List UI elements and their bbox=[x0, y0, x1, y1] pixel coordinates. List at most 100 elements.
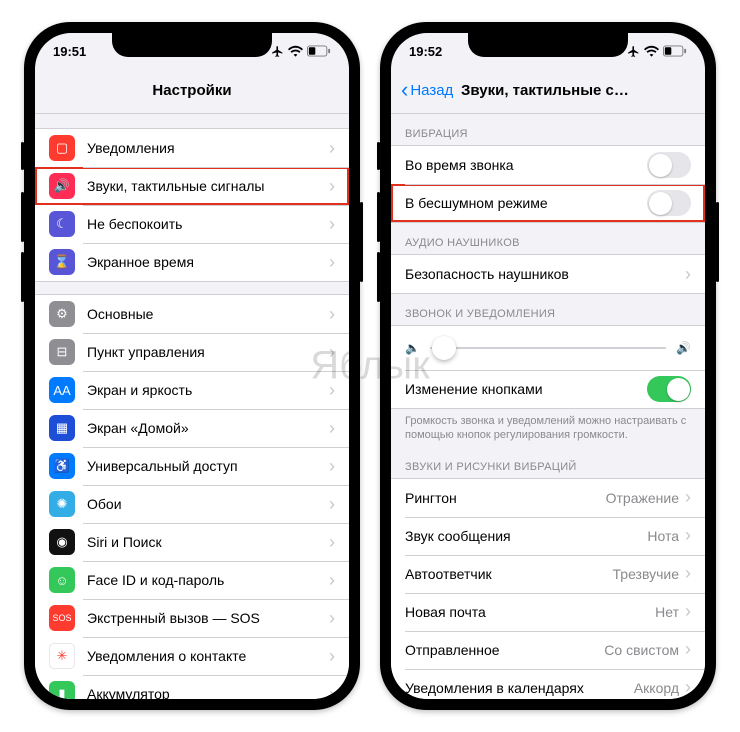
sound-pattern-row[interactable]: Уведомления в календаряхАккорд› bbox=[391, 669, 705, 699]
row-value: Со свистом bbox=[604, 642, 679, 658]
battery-icon bbox=[663, 45, 687, 57]
volume-slider[interactable] bbox=[430, 347, 666, 349]
sounds-icon: 🔊 bbox=[49, 173, 75, 199]
settings-row[interactable]: ◉Siri и Поиск› bbox=[35, 523, 349, 561]
section-header-headphone-audio: АУДИО НАУШНИКОВ bbox=[391, 223, 705, 254]
row-label: Автоответчик bbox=[405, 566, 613, 582]
row-label: Пункт управления bbox=[87, 344, 329, 360]
chevron-right-icon: › bbox=[685, 563, 691, 584]
screentime-icon: ⌛ bbox=[49, 249, 75, 275]
toggle-change-with-buttons[interactable] bbox=[647, 376, 691, 402]
phone-right: 19:52 ‹ Назад Звуки, тактильные сигналы … bbox=[380, 22, 716, 710]
row-label: Siri и Поиск bbox=[87, 534, 329, 550]
back-button[interactable]: ‹ Назад bbox=[401, 79, 453, 101]
row-label: Рингтон bbox=[405, 490, 606, 506]
status-time: 19:52 bbox=[409, 44, 442, 59]
settings-row[interactable]: ⚙Основные› bbox=[35, 295, 349, 333]
wallpaper-icon: ✺ bbox=[49, 491, 75, 517]
page-title: Настройки bbox=[35, 82, 349, 99]
row-label: Основные bbox=[87, 306, 329, 322]
sound-pattern-row[interactable]: Новая почтаНет› bbox=[391, 593, 705, 631]
row-vibrate-on-silent[interactable]: В бесшумном режиме bbox=[391, 184, 705, 222]
row-label: Face ID и код-пароль bbox=[87, 572, 329, 588]
chevron-right-icon: › bbox=[329, 214, 335, 235]
home-icon: ▦ bbox=[49, 415, 75, 441]
sound-pattern-row[interactable]: ОтправленноеСо свистом› bbox=[391, 631, 705, 669]
settings-list[interactable]: ▢Уведомления›🔊Звуки, тактильные сигналы›… bbox=[35, 114, 349, 699]
chevron-right-icon: › bbox=[329, 532, 335, 553]
row-label: Уведомления в календарях bbox=[405, 680, 634, 696]
nav-header: ‹ Назад Звуки, тактильные сигналы bbox=[391, 69, 705, 114]
toggle-vibrate-on-ring[interactable] bbox=[647, 152, 691, 178]
chevron-right-icon: › bbox=[685, 487, 691, 508]
row-value: Нота bbox=[647, 528, 679, 544]
settings-row[interactable]: SOSЭкстренный вызов — SOS› bbox=[35, 599, 349, 637]
phone-left: 19:51 Настройки ▢Уведомления›🔊Звуки, так… bbox=[24, 22, 360, 710]
row-vibrate-on-ring[interactable]: Во время звонка bbox=[391, 146, 705, 184]
settings-row[interactable]: ✳ Уведомления о контакте› bbox=[35, 637, 349, 675]
sos-icon: SOS bbox=[49, 605, 75, 631]
chevron-left-icon: ‹ bbox=[401, 79, 408, 101]
settings-row[interactable]: ⊟ Пункт управления› bbox=[35, 333, 349, 371]
section-header-ringer: ЗВОНОК И УВЕДОМЛЕНИЯ bbox=[391, 294, 705, 325]
notch bbox=[112, 33, 272, 57]
chevron-right-icon: › bbox=[329, 570, 335, 591]
status-icons bbox=[271, 45, 331, 58]
airplane-icon bbox=[627, 45, 640, 58]
chevron-right-icon: › bbox=[329, 608, 335, 629]
section-header-sound-patterns: ЗВУКИ И РИСУНКИ ВИБРАЦИЙ bbox=[391, 447, 705, 478]
row-label: Во время звонка bbox=[405, 157, 647, 173]
chevron-right-icon: › bbox=[329, 494, 335, 515]
settings-row[interactable]: ☾Не беспокоить› bbox=[35, 205, 349, 243]
settings-row[interactable]: AAЭкран и яркость› bbox=[35, 371, 349, 409]
display-icon: AA bbox=[49, 377, 75, 403]
notifications-icon: ▢ bbox=[49, 135, 75, 161]
chevron-right-icon: › bbox=[329, 418, 335, 439]
volume-low-icon: 🔈 bbox=[405, 341, 420, 355]
row-label: Экранное время bbox=[87, 254, 329, 270]
settings-row[interactable]: ▮Аккумулятор› bbox=[35, 675, 349, 699]
settings-row[interactable]: ✺Обои› bbox=[35, 485, 349, 523]
sounds-settings-list[interactable]: ВИБРАЦИЯ Во время звонка В бесшумном реж… bbox=[391, 114, 705, 699]
exposure-icon: ✳ bbox=[49, 643, 75, 669]
row-label: Новая почта bbox=[405, 604, 655, 620]
row-label: Уведомления о контакте bbox=[87, 648, 329, 664]
settings-row[interactable]: ☺ Face ID и код-пароль› bbox=[35, 561, 349, 599]
row-label: Звук сообщения bbox=[405, 528, 647, 544]
row-label: Безопасность наушников bbox=[405, 266, 685, 282]
control-icon: ⊟ bbox=[49, 339, 75, 365]
chevron-right-icon: › bbox=[329, 342, 335, 363]
sound-pattern-row[interactable]: АвтоответчикТрезвучие› bbox=[391, 555, 705, 593]
settings-row[interactable]: ♿Универсальный доступ› bbox=[35, 447, 349, 485]
settings-row[interactable]: ⌛ Экранное время› bbox=[35, 243, 349, 281]
accessibility-icon: ♿ bbox=[49, 453, 75, 479]
row-label: Уведомления bbox=[87, 140, 329, 156]
sound-pattern-row[interactable]: РингтонОтражение › bbox=[391, 479, 705, 517]
sound-pattern-row[interactable]: Звук сообщенияНота › bbox=[391, 517, 705, 555]
row-label: Не беспокоить bbox=[87, 216, 329, 232]
chevron-right-icon: › bbox=[685, 525, 691, 546]
chevron-right-icon: › bbox=[329, 684, 335, 700]
settings-row[interactable]: 🔊Звуки, тактильные сигналы› bbox=[35, 167, 349, 205]
toggle-vibrate-on-silent[interactable] bbox=[647, 190, 691, 216]
row-label: Универсальный доступ bbox=[87, 458, 329, 474]
chevron-right-icon: › bbox=[329, 380, 335, 401]
faceid-icon: ☺ bbox=[49, 567, 75, 593]
settings-row[interactable]: ▢ Уведомления› bbox=[35, 129, 349, 167]
chevron-right-icon: › bbox=[329, 252, 335, 273]
row-change-with-buttons[interactable]: Изменение кнопками bbox=[391, 370, 705, 408]
settings-row[interactable]: ▦Экран «Домой»› bbox=[35, 409, 349, 447]
volume-high-icon: 🔊 bbox=[676, 341, 691, 355]
chevron-right-icon: › bbox=[329, 304, 335, 325]
chevron-right-icon: › bbox=[685, 601, 691, 622]
row-headphone-safety[interactable]: Безопасность наушников › bbox=[391, 255, 705, 293]
chevron-right-icon: › bbox=[329, 646, 335, 667]
nav-header: Настройки bbox=[35, 69, 349, 114]
row-volume-slider[interactable]: 🔈 🔊 bbox=[391, 326, 705, 370]
wifi-icon bbox=[288, 45, 303, 57]
chevron-right-icon: › bbox=[329, 138, 335, 159]
row-label: В бесшумном режиме bbox=[405, 195, 647, 211]
airplane-icon bbox=[271, 45, 284, 58]
battery-icon bbox=[307, 45, 331, 57]
row-value: Отражение bbox=[606, 490, 679, 506]
